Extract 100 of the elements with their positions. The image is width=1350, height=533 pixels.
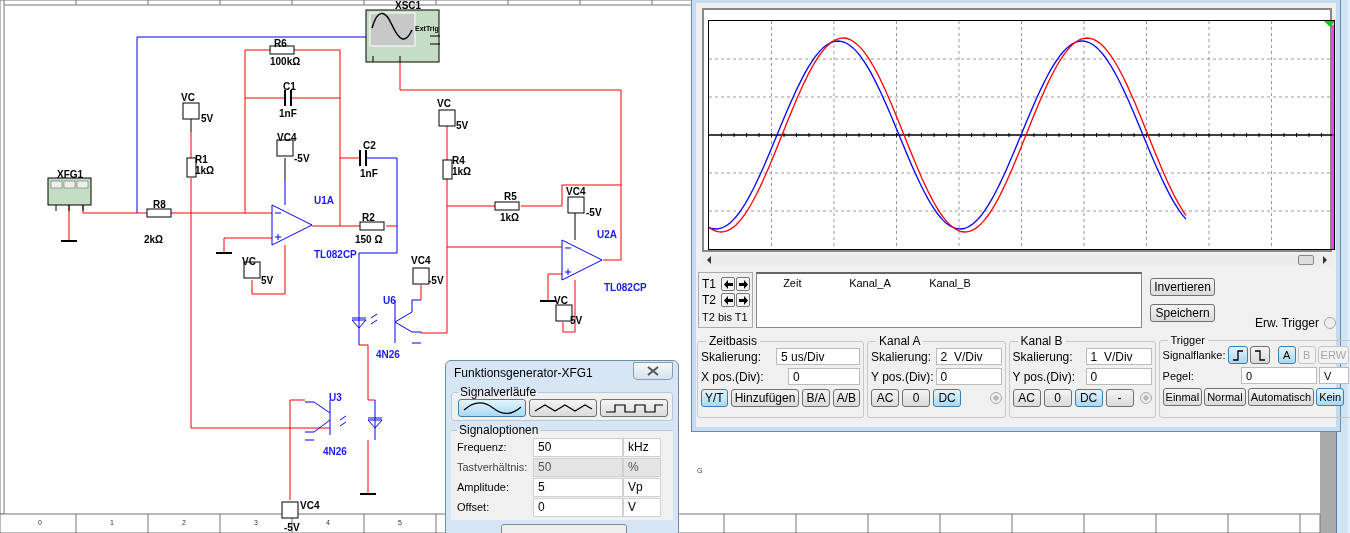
trigger-mode-button[interactable]: Einmal [1162, 388, 1203, 406]
scroll-right-icon[interactable] [1322, 256, 1328, 264]
scroll-left-icon[interactable] [706, 256, 712, 264]
position-field[interactable]: 0 [935, 368, 1002, 385]
wire[interactable] [244, 97, 286, 99]
cursor-left-button[interactable] [721, 277, 735, 291]
wire[interactable] [385, 225, 398, 227]
component-label: U2A [597, 229, 617, 240]
source-button[interactable]: A [1277, 346, 1296, 364]
component-label: 150 Ω [355, 234, 383, 245]
unit-field[interactable]: kHz [623, 437, 661, 457]
component-label: VC [554, 295, 568, 306]
resistor-symbol[interactable] [359, 221, 385, 231]
close-button[interactable] [633, 362, 673, 380]
cursor-left-button[interactable] [721, 293, 735, 307]
opamp-symbol[interactable] [561, 239, 603, 281]
wire[interactable] [574, 212, 576, 241]
position-field[interactable]: 0 [788, 368, 861, 385]
trigger-mode-button[interactable]: Kein [1316, 388, 1345, 406]
rising-edge-icon [1230, 347, 1245, 363]
wire[interactable] [190, 117, 192, 133]
oscilloscope-symbol[interactable] [365, 9, 441, 63]
mode-button[interactable]: A/B [832, 389, 861, 407]
trigger-mode-button[interactable]: Automatisch [1247, 388, 1315, 406]
scrollbar[interactable] [702, 254, 1332, 266]
coupling-button[interactable]: 0 [1043, 389, 1072, 407]
resistor-symbol[interactable] [494, 201, 520, 211]
voltage-source-symbol[interactable] [281, 501, 299, 519]
component-label: 4N26 [323, 446, 347, 457]
component-label: VC [181, 92, 195, 103]
field-label: Y pos.(Div): [1012, 369, 1075, 384]
coupling-button[interactable]: AC [1012, 389, 1041, 407]
component-label: 4N26 [376, 349, 400, 360]
resistor-symbol[interactable] [442, 159, 453, 180]
level-field[interactable]: 0 [1241, 367, 1317, 384]
unit-field[interactable]: V [1319, 367, 1349, 384]
component-label: 5V [261, 275, 274, 286]
wire[interactable] [520, 184, 622, 207]
capacitor-symbol[interactable] [359, 149, 367, 167]
value-field[interactable]: 50 [533, 437, 623, 457]
radio-button[interactable] [1139, 392, 1152, 404]
sine-wave-button[interactable] [458, 399, 526, 417]
function-generator-symbol[interactable] [47, 177, 92, 212]
square-wave-button[interactable] [600, 399, 668, 417]
triangle-wave-button[interactable] [529, 399, 597, 417]
coupling-button[interactable]: - [1105, 389, 1134, 407]
group-title: Signaloptionen [458, 423, 540, 437]
component-label: R2 [362, 212, 375, 223]
field-label: Tastverhältnis: [457, 461, 529, 473]
action-button[interactable]: Speichern [1150, 304, 1215, 322]
action-button[interactable]: Invertieren [1150, 278, 1215, 296]
mode-button[interactable]: Y/T [701, 389, 728, 407]
falling-edge-button[interactable] [1249, 346, 1270, 364]
component-label: VC [437, 98, 451, 109]
scale-field[interactable]: 2 V/Div [935, 348, 1002, 365]
cursor-right-button[interactable] [736, 277, 750, 291]
scale-field[interactable]: 5 us/Div [776, 348, 861, 365]
cursor-right-button[interactable] [736, 293, 750, 307]
coupling-button[interactable]: AC [871, 389, 900, 407]
unit-field[interactable]: V [623, 497, 661, 517]
rising-edge-button[interactable] [1227, 346, 1248, 364]
column-header: Kanal_B [929, 277, 971, 289]
column-header: Kanal_A [849, 277, 891, 289]
radio-button[interactable] [989, 392, 1002, 404]
mode-button[interactable]: B/A [802, 389, 830, 407]
value-field[interactable]: 0 [533, 497, 623, 517]
wire[interactable] [290, 97, 341, 99]
resistor-symbol[interactable] [186, 157, 197, 178]
group-title: Kanal A [878, 334, 922, 348]
value-field[interactable]: 5 [533, 477, 623, 497]
coupling-button[interactable]: DC [1074, 389, 1103, 407]
unit-field[interactable]: Vp [623, 477, 661, 497]
cursor-label: T2 [702, 293, 717, 307]
opamp-symbol[interactable] [271, 204, 313, 246]
trigger-mode-button[interactable]: Normal [1204, 388, 1246, 406]
capacitor-symbol[interactable] [284, 89, 292, 107]
component-label: 100kΩ [270, 56, 301, 67]
component-label: VC [242, 256, 256, 267]
group-title: Trigger [1169, 334, 1206, 346]
component-label: -5V [428, 275, 444, 286]
coupling-button[interactable]: DC [933, 389, 962, 407]
wire[interactable] [339, 157, 361, 159]
scrollbar-thumb[interactable] [1298, 255, 1314, 265]
position-field[interactable]: 0 [1085, 368, 1152, 385]
resistor-symbol[interactable] [269, 45, 295, 55]
component-label: -5V [586, 207, 602, 218]
voltage-source-symbol[interactable] [276, 139, 294, 157]
scale-field[interactable]: 1 V/Div [1085, 348, 1152, 365]
group-title: Signalverläufe [459, 385, 538, 399]
component-label: R6 [274, 38, 287, 49]
component-label: R5 [504, 191, 517, 202]
optocoupler-symbol[interactable] [304, 399, 383, 441]
radio-button[interactable] [1324, 317, 1336, 329]
field-label: Y pos.(Div): [871, 369, 934, 384]
component-label: XFG1 [57, 169, 84, 180]
component-label: TL082CP [604, 282, 647, 293]
coupling-button[interactable]: 0 [902, 389, 931, 407]
resistor-symbol[interactable] [146, 208, 172, 218]
trigger-marker-icon[interactable] [1324, 21, 1335, 27]
mode-button[interactable]: Hinzufügen [730, 389, 800, 407]
